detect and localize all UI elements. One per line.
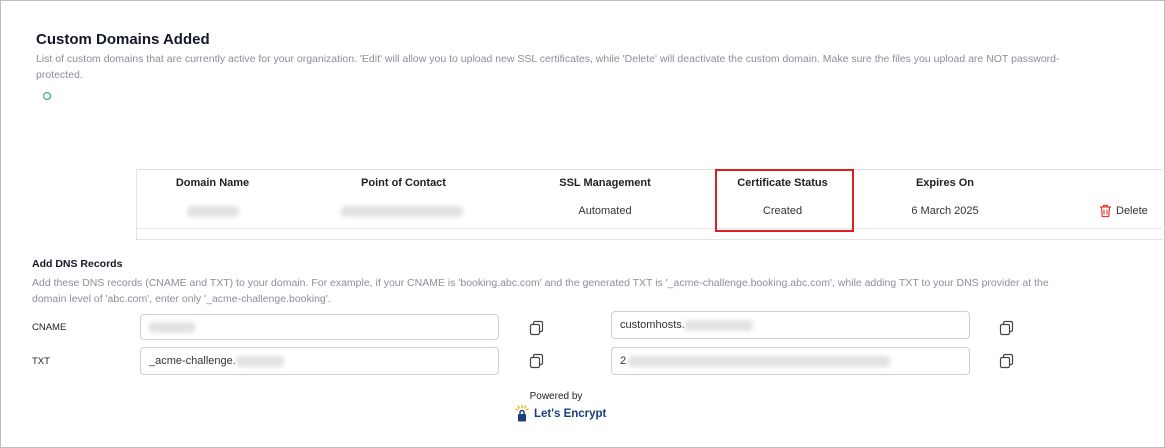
cname-value-prefix: customhosts.: [620, 319, 685, 331]
delete-domain-button[interactable]: Delete: [1099, 204, 1148, 218]
txt-label: TXT: [32, 356, 50, 367]
page-title: Custom Domains Added: [36, 31, 210, 48]
copy-txt-value-icon[interactable]: [999, 353, 1015, 369]
expires-on-value: 6 March 2025: [911, 205, 979, 217]
txt-name-field[interactable]: _acme-challenge.: [140, 347, 499, 375]
cname-name-redacted: [149, 321, 195, 333]
cname-value-field[interactable]: customhosts.: [611, 311, 970, 339]
trash-icon: [1100, 204, 1111, 218]
dns-section-title: Add DNS Records: [32, 258, 123, 270]
column-header-point-of-contact: Point of Contact: [361, 177, 446, 189]
ssl-management-value: Automated: [578, 205, 632, 217]
table-row-divider: [137, 228, 1165, 229]
column-header-domain-name: Domain Name: [175, 177, 250, 189]
cname-label: CNAME: [32, 322, 67, 333]
txt-value-prefix: 2: [620, 355, 627, 367]
domain-name-value-redacted: [187, 206, 239, 217]
column-header-ssl-management: SSL Management: [559, 177, 651, 189]
txt-name-redacted: [235, 355, 284, 367]
cname-name-field[interactable]: [140, 314, 499, 340]
txt-name-prefix: _acme-challenge.: [149, 355, 236, 367]
certificate-status-highlight: [715, 169, 854, 232]
delete-label: Delete: [1116, 205, 1148, 217]
txt-value-field[interactable]: 2: [611, 347, 970, 375]
column-header-expires-on: Expires On: [915, 177, 975, 189]
cname-value-redacted: [684, 319, 753, 331]
copy-cname-name-icon[interactable]: [529, 320, 545, 336]
txt-value-redacted: [628, 355, 891, 367]
copy-txt-name-icon[interactable]: [529, 353, 545, 369]
page-description: List of custom domains that are currentl…: [36, 53, 1060, 81]
padlock-sun-icon: [515, 405, 529, 422]
powered-by-label: Powered by: [529, 391, 583, 402]
custom-domains-panel: Custom Domains Added List of custom doma…: [0, 0, 1165, 448]
dns-section-description: Add these DNS records (CNAME and TXT) to…: [32, 277, 1049, 305]
point-of-contact-value-redacted: [341, 206, 463, 217]
copy-cname-value-icon[interactable]: [999, 320, 1015, 336]
lets-encrypt-logo: Let's Encrypt: [515, 405, 606, 423]
lets-encrypt-brand: Let's Encrypt: [534, 408, 607, 420]
status-indicator-icon: [43, 92, 51, 100]
